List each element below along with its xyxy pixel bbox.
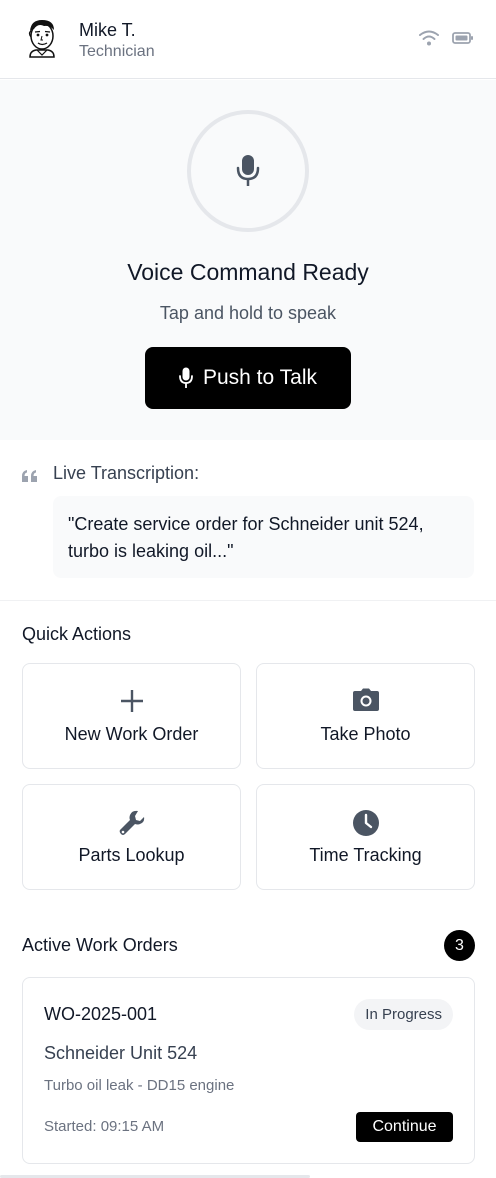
work-order-unit: Schneider Unit 524	[44, 1043, 198, 1063]
wrench-icon	[119, 810, 144, 835]
wifi-icon	[419, 30, 439, 46]
voice-command-panel: Voice Command Ready Tap and hold to spea…	[0, 80, 496, 440]
camera-icon	[352, 688, 379, 711]
status-badge: In Progress	[354, 999, 453, 1030]
clock-icon	[352, 810, 379, 836]
plus-icon	[120, 690, 143, 712]
transcription-label: Live Transcription:	[53, 463, 200, 483]
parts-lookup-button[interactable]: Parts Lookup	[22, 784, 241, 890]
avatar-cartoon-icon	[28, 20, 55, 58]
work-order-id: WO-2025-001	[44, 1004, 158, 1024]
active-work-orders-title: Active Work Orders	[22, 935, 178, 955]
app-header: Mike T. Technician	[0, 0, 496, 79]
voice-status-subtitle: Tap and hold to speak	[159, 303, 337, 323]
microphone-icon	[236, 155, 260, 186]
battery-icon	[452, 32, 473, 44]
avatar[interactable]	[22, 17, 62, 61]
quick-action-label: New Work Order	[64, 724, 199, 744]
quick-action-label: Time Tracking	[309, 845, 422, 865]
push-to-talk-button[interactable]: Push to Talk	[145, 347, 351, 409]
new-work-order-button[interactable]: New Work Order	[22, 663, 241, 769]
microphone-icon	[179, 367, 193, 388]
quick-action-label: Parts Lookup	[78, 845, 185, 865]
time-tracking-button[interactable]: Time Tracking	[256, 784, 475, 890]
transcription-text: "Create service order for Schneider unit…	[53, 496, 474, 578]
quote-icon	[22, 470, 37, 482]
quick-action-label: Take Photo	[320, 724, 411, 744]
work-order-count-badge: 3	[444, 930, 475, 961]
work-order-card[interactable]: WO-2025-001 In Progress Schneider Unit 5…	[22, 977, 475, 1164]
live-transcription-section: Live Transcription: "Create service orde…	[0, 440, 496, 601]
work-order-description: Turbo oil leak - DD15 engine	[44, 1077, 235, 1094]
status-icons	[418, 29, 474, 47]
user-name: Mike T.	[79, 20, 136, 40]
voice-mic-circle[interactable]	[187, 110, 309, 232]
continue-button[interactable]: Continue	[356, 1112, 453, 1142]
take-photo-button[interactable]: Take Photo	[256, 663, 475, 769]
work-order-started-time: Started: 09:15 AM	[44, 1118, 165, 1135]
voice-status-title: Voice Command Ready	[127, 259, 369, 285]
push-to-talk-label: Push to Talk	[202, 366, 317, 389]
user-role: Technician	[79, 43, 155, 60]
quick-actions-title: Quick Actions	[22, 624, 132, 644]
